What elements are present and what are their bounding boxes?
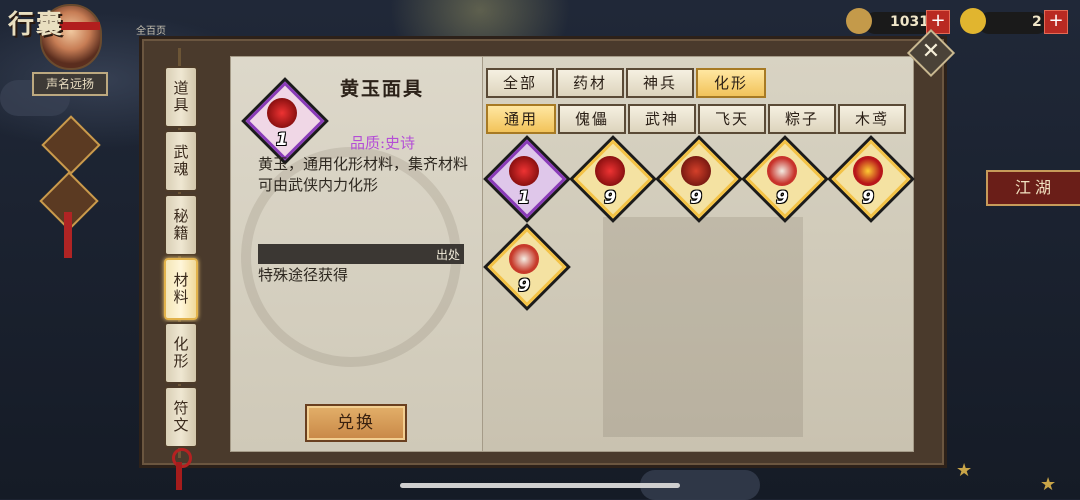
tab-manuals[interactable]: 秘籍	[164, 194, 198, 256]
peak-label: 全百页	[136, 26, 166, 37]
star-icon: ★	[1040, 474, 1057, 495]
selected-item-icon: 1	[244, 80, 325, 161]
subtab-flying[interactable]: 飞天	[698, 104, 766, 134]
leaf-coin-icon	[846, 8, 872, 34]
item-count: 9	[604, 188, 616, 208]
crane-mask-icon	[509, 244, 539, 274]
item-count: 9	[690, 188, 702, 208]
subtab-puppet[interactable]: 傀儡	[558, 104, 626, 134]
item-quality: 品质:史诗	[350, 134, 416, 152]
tab-all[interactable]: 全部	[486, 68, 554, 98]
item-count: 9	[518, 276, 530, 296]
gold-value: 2	[1032, 14, 1042, 30]
tassel-icon	[64, 212, 72, 258]
item-tile[interactable]: 1	[486, 138, 567, 219]
item-count: 9	[776, 188, 788, 208]
demon-mask-icon	[509, 156, 539, 186]
lion-mask-icon	[767, 156, 797, 186]
item-tile[interactable]: 9	[658, 138, 739, 219]
tab-weapons[interactable]: 神兵	[626, 68, 694, 98]
item-tile[interactable]: 9	[744, 138, 825, 219]
subtab-war-god[interactable]: 武神	[628, 104, 696, 134]
item-count: 9	[862, 188, 874, 208]
page-title: 行囊	[8, 10, 65, 40]
jianghu-button[interactable]: 江湖	[986, 170, 1080, 206]
item-count: 1	[276, 130, 288, 150]
flame-mask-icon	[853, 156, 883, 186]
tab-spirits[interactable]: 武魂	[164, 130, 198, 192]
tab-herbs[interactable]: 药材	[556, 68, 624, 98]
subtab-general[interactable]: 通用	[486, 104, 556, 134]
renown-label: 声名远扬	[32, 72, 108, 96]
home-indicator[interactable]	[400, 483, 680, 488]
add-gold-button[interactable]: +	[1044, 10, 1068, 34]
tab-transform-category[interactable]: 化形	[696, 68, 766, 98]
coin-value: 1031	[890, 14, 929, 30]
close-icon[interactable]: ✕	[914, 36, 948, 70]
item-count: 1	[518, 188, 530, 208]
item-tile[interactable]: 9	[486, 226, 567, 307]
tab-transform[interactable]: 化形	[164, 322, 198, 384]
item-tile[interactable]: 9	[572, 138, 653, 219]
source-bar: 出处	[258, 244, 464, 264]
item-description: 黄玉，通用化形材料，集齐材料可由武侠内力化形	[258, 155, 469, 194]
subtab-kite[interactable]: 木鸢	[838, 104, 906, 134]
star-icon: ★	[956, 460, 973, 481]
gold-ingot-icon	[960, 8, 986, 34]
tab-runes[interactable]: 符文	[164, 386, 198, 448]
pagoda-decoration	[603, 217, 803, 437]
exchange-button[interactable]: 兑换	[305, 404, 407, 442]
demon-mask-icon	[595, 156, 625, 186]
item-tile[interactable]: 9	[830, 138, 911, 219]
subtab-zongzi[interactable]: 粽子	[768, 104, 836, 134]
source-label: 出处	[435, 248, 460, 262]
source-text: 特殊途径获得	[258, 266, 349, 284]
demon-mask-icon	[267, 98, 297, 128]
tab-materials[interactable]: 材料	[164, 258, 198, 320]
tab-items[interactable]: 道具	[164, 66, 198, 128]
knot-tail	[176, 462, 182, 490]
red-beast-icon	[681, 156, 711, 186]
item-name: 黄玉面具	[340, 78, 425, 100]
knot-icon	[172, 448, 192, 468]
